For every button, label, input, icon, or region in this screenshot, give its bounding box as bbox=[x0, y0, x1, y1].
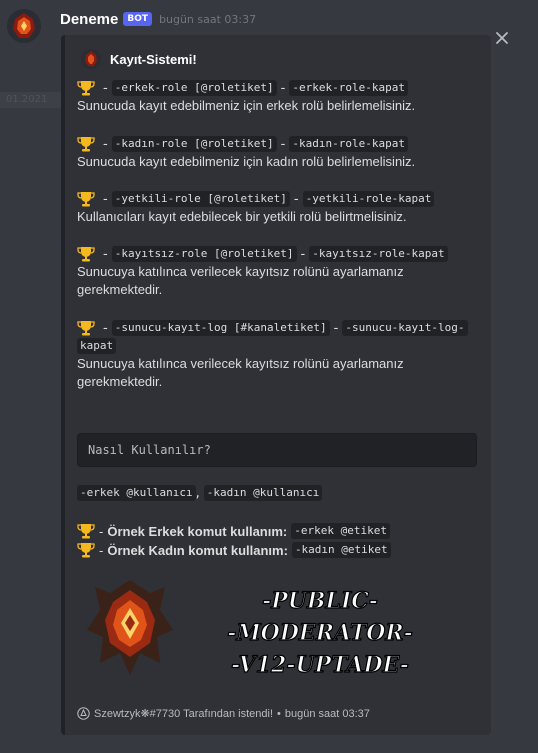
how-to-use-codeblock: Nasıl Kullanılır? bbox=[77, 433, 477, 467]
command-reset-code: -kayıtsız-role-kapat bbox=[309, 246, 448, 262]
trophy-icon bbox=[77, 321, 95, 336]
command-reset-code: -erkek-role-kapat bbox=[289, 80, 408, 96]
separator: - bbox=[103, 246, 108, 262]
command-description: Sunucuda kayıt edebilmeniz için kadın ro… bbox=[77, 154, 416, 169]
footer-separator: • bbox=[277, 707, 281, 720]
trophy-icon bbox=[77, 137, 95, 152]
example-code: -erkek @etiket bbox=[291, 523, 390, 539]
emblem-graphic bbox=[87, 580, 173, 675]
male-usage-code: -erkek @kullanıcı bbox=[77, 485, 196, 501]
bot-avatar[interactable] bbox=[7, 9, 41, 43]
author-icon bbox=[81, 49, 101, 69]
usage-comma: , bbox=[195, 485, 200, 501]
command-block: - -erkek-role [@roletiket] - -erkek-role… bbox=[77, 79, 477, 115]
command-code: -erkek-role [@roletiket] bbox=[111, 80, 277, 96]
separator: - bbox=[103, 320, 108, 336]
separator: - bbox=[99, 523, 104, 539]
command-reset-code: -sunucu-kayıt-log- bbox=[342, 320, 468, 336]
trophy-icon bbox=[77, 81, 95, 96]
usage-line: -erkek @kullanıcı , -kadın @kullanıcı bbox=[77, 485, 323, 501]
footer-avatar-icon bbox=[77, 707, 90, 720]
command-reset-code: -kadın-role-kapat bbox=[289, 136, 408, 152]
embed-author: Kayıt-Sistemi! bbox=[81, 49, 197, 69]
embed-author-name: Kayıt-Sistemi! bbox=[110, 51, 197, 67]
bot-username[interactable]: Deneme bbox=[60, 11, 118, 28]
command-code: -sunucu-kayıt-log [#kanaletiket] bbox=[111, 320, 330, 336]
command-description: gerekmektedir. bbox=[77, 374, 163, 389]
trophy-icon bbox=[77, 247, 95, 262]
embed-footer: Szewtzyk❋#7730 Tarafından istendi! • bug… bbox=[77, 707, 370, 720]
example-label: Örnek Erkek komut kullanım: bbox=[107, 523, 288, 539]
command-code: -kadın-role [@roletiket] bbox=[111, 136, 277, 152]
command-block: - -kadın-role [@roletiket] - -kadın-role… bbox=[77, 135, 477, 171]
close-icon[interactable] bbox=[494, 30, 510, 46]
command-reset-code-continued: kapat bbox=[77, 338, 117, 354]
command-code: -kayıtsız-role [@roletiket] bbox=[111, 246, 297, 262]
separator: - bbox=[333, 320, 339, 336]
message-timestamp: bugün saat 03:37 bbox=[159, 12, 257, 26]
command-description: gerekmektedir. bbox=[77, 282, 163, 297]
command-description: Kullanıcıları kayıt edebilecek bir yetki… bbox=[77, 209, 407, 224]
example-line: - Örnek Kadın komut kullanım: -kadın @et… bbox=[77, 541, 391, 559]
trophy-icon bbox=[77, 543, 95, 558]
separator: - bbox=[280, 136, 286, 152]
footer-timestamp: bugün saat 03:37 bbox=[284, 707, 370, 720]
example-line: - Örnek Erkek komut kullanım: -erkek @et… bbox=[77, 522, 390, 540]
trophy-icon bbox=[77, 192, 95, 207]
trophy-icon bbox=[77, 524, 95, 539]
example-label: Örnek Kadın komut kullanım: bbox=[107, 542, 288, 558]
command-description: Sunucuya katılınca verilecek kayıtsız ro… bbox=[77, 356, 404, 371]
bot-badge: BOT bbox=[123, 12, 153, 26]
separator: - bbox=[103, 191, 108, 207]
previous-message-fragment: 01.2021 bbox=[0, 92, 68, 108]
separator: - bbox=[99, 542, 104, 558]
embed-card: Kayıt-Sistemi! - -erkek-role [@roletiket… bbox=[61, 35, 491, 735]
command-code: -yetkili-role [@roletiket] bbox=[111, 191, 290, 207]
footer-text: Szewtzyk❋#7730 Tarafından istendi! bbox=[94, 708, 274, 720]
command-block: - -yetkili-role [@roletiket] - -yetkili-… bbox=[77, 190, 477, 226]
banner-line: -MODERATOR- bbox=[227, 620, 413, 646]
separator: - bbox=[293, 191, 299, 207]
banner-line: -PUBLIC- bbox=[262, 588, 378, 614]
message-header: Deneme BOT bugün saat 03:37 bbox=[60, 10, 256, 28]
separator: - bbox=[280, 80, 286, 96]
command-block: - -kayıtsız-role [@roletiket] - -kayıtsı… bbox=[77, 245, 477, 299]
command-reset-code: -yetkili-role-kapat bbox=[302, 191, 435, 207]
separator: - bbox=[103, 136, 108, 152]
command-description: Sunucuya katılınca verilecek kayıtsız ro… bbox=[77, 264, 404, 279]
separator: - bbox=[300, 246, 306, 262]
embed-image[interactable]: -PUBLIC- -MODERATOR- -V12-UPTADE- bbox=[85, 575, 415, 690]
banner-line: -V12-UPTADE- bbox=[231, 652, 409, 678]
separator: - bbox=[103, 80, 108, 96]
example-code: -kadın @etiket bbox=[291, 542, 391, 558]
command-description: Sunucuda kayıt edebilmeniz için erkek ro… bbox=[77, 98, 416, 113]
female-usage-code: -kadın @kullanıcı bbox=[203, 485, 323, 501]
command-block: - -sunucu-kayıt-log [#kanaletiket] - -su… bbox=[77, 319, 477, 391]
